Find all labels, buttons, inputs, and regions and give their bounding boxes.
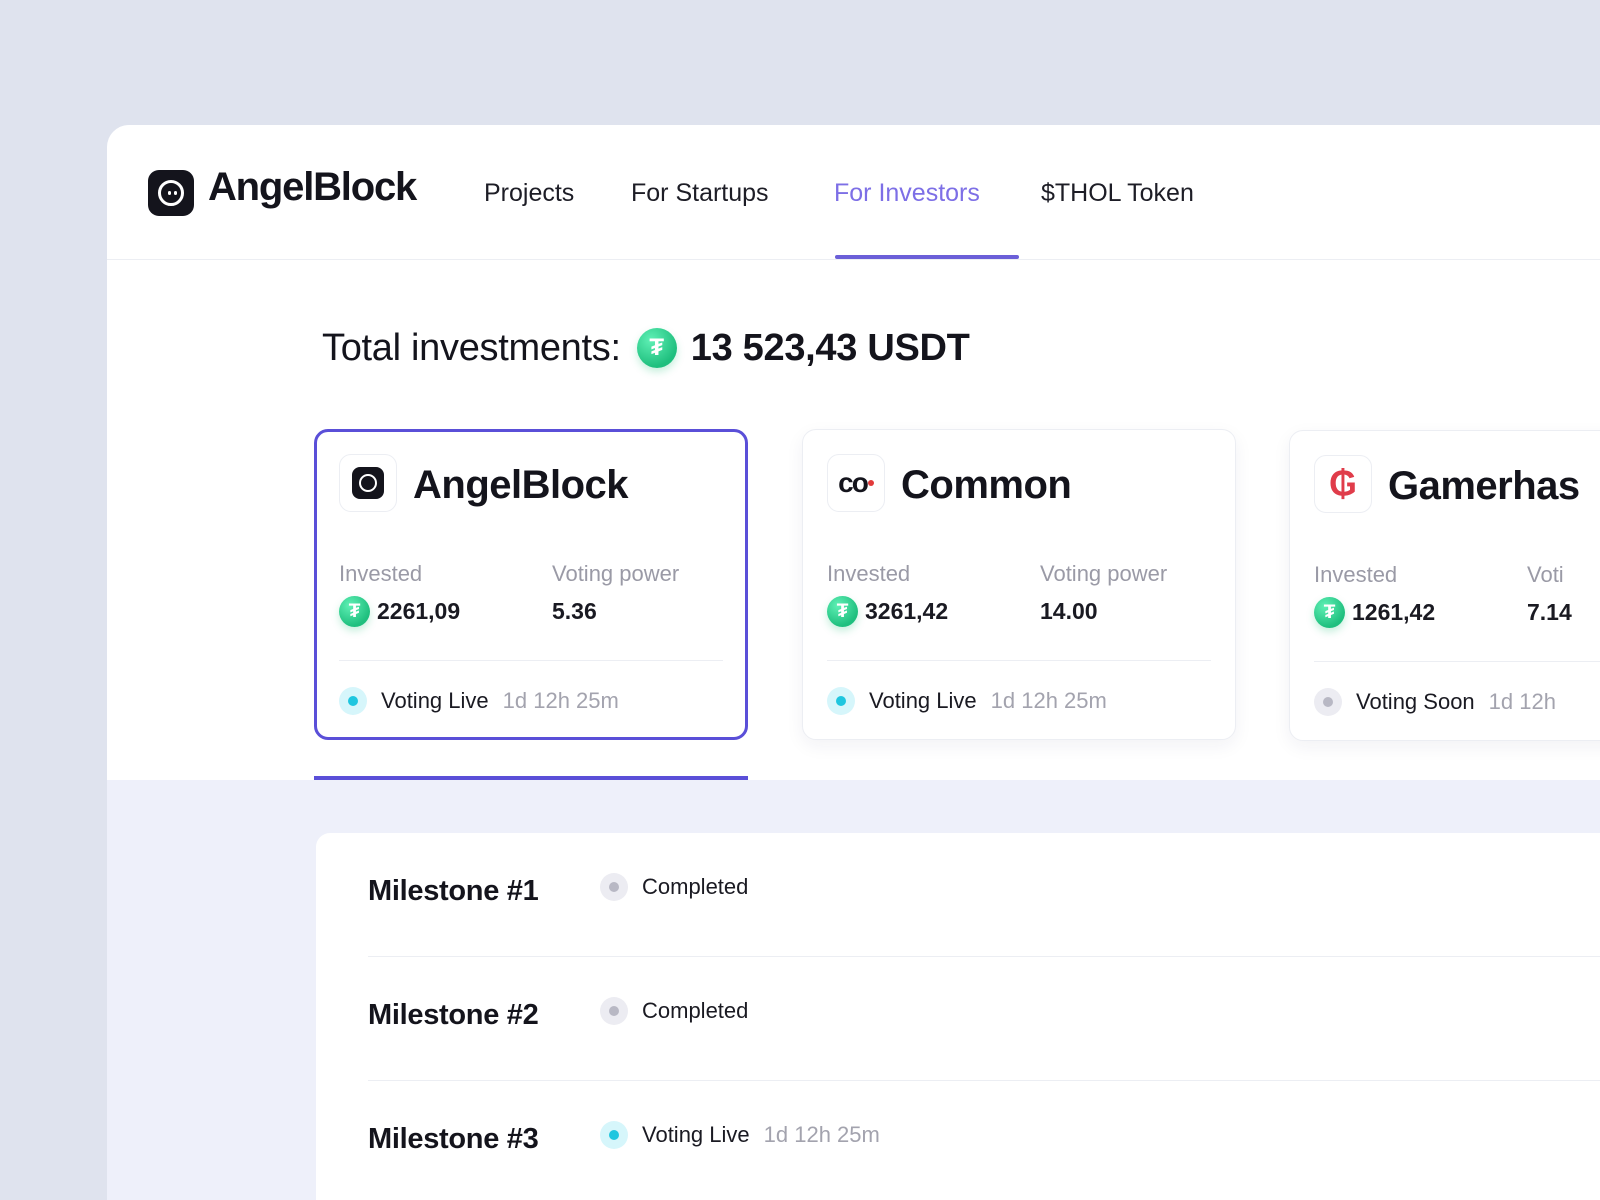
- completed-status-dot-icon: [600, 873, 628, 901]
- tether-usdt-icon: ₮: [636, 328, 677, 368]
- voting-power-label: Voting power: [552, 561, 680, 586]
- project-name: Gamerhas: [1388, 464, 1580, 508]
- tether-usdt-icon: ₮: [1314, 597, 1345, 628]
- status-countdown: 1d 12h 25m: [763, 1122, 880, 1147]
- milestone-row[interactable]: Milestone #2 Completed: [368, 957, 1600, 1081]
- status-label: Voting Live: [642, 1122, 750, 1147]
- project-name: AngelBlock: [413, 463, 629, 507]
- invested-value: 2261,09: [377, 598, 461, 624]
- card-divider: [1314, 661, 1600, 662]
- total-investments-label: Total investments:: [322, 326, 621, 369]
- nav-projects[interactable]: Projects: [484, 179, 574, 208]
- nav-for-investors[interactable]: For Investors: [834, 179, 980, 208]
- app-window: AngelBlock Projects For Startups For Inv…: [107, 125, 1600, 1200]
- milestone-status: Voting Live 1d 12h 25m: [600, 1121, 880, 1149]
- voting-status: Voting Live 1d 12h 25m: [827, 687, 1107, 715]
- invested-value: 3261,42: [865, 598, 949, 624]
- status-label: Voting Live: [869, 688, 977, 713]
- project-card-gamerhash[interactable]: ₲ Gamerhas Invested Voti ₮ 1261,42 7.14 …: [1289, 430, 1600, 741]
- voting-power-label: Voting power: [1040, 561, 1168, 586]
- milestone-name: Milestone #1: [368, 875, 539, 907]
- angelblock-logo-icon: [339, 454, 397, 512]
- status-countdown: 1d 12h: [1488, 689, 1556, 714]
- milestones-section: Milestone #1 Completed Milestone #2 Comp…: [107, 780, 1600, 1200]
- milestone-status: Completed: [600, 997, 748, 1025]
- status-label: Completed: [642, 874, 749, 899]
- common-logo-icon: co: [827, 454, 885, 512]
- voting-power-value: 5.36: [552, 598, 597, 624]
- project-card-angelblock[interactable]: AngelBlock Invested Voting power ₮ 2261,…: [314, 429, 748, 740]
- voting-status: Voting Soon 1d 12h: [1314, 688, 1556, 716]
- brand-name[interactable]: AngelBlock: [208, 165, 417, 210]
- invested-amount: ₮ 3261,42: [827, 596, 948, 627]
- total-investments-value: 13 523,43 USDT: [690, 326, 970, 369]
- top-navigation: AngelBlock Projects For Startups For Inv…: [107, 125, 1600, 260]
- voting-power-value: 7.14: [1527, 599, 1572, 625]
- nav-thol-token[interactable]: $THOL Token: [1041, 179, 1194, 208]
- invested-label: Invested: [339, 561, 423, 586]
- invested-label: Invested: [1314, 562, 1398, 587]
- soon-status-dot-icon: [1314, 688, 1342, 716]
- invested-value: 1261,42: [1352, 599, 1436, 625]
- milestone-name: Milestone #3: [368, 1123, 539, 1155]
- card-divider: [339, 660, 723, 661]
- completed-status-dot-icon: [600, 997, 628, 1025]
- project-name: Common: [901, 463, 1072, 507]
- milestone-name: Milestone #2: [368, 999, 539, 1031]
- tether-usdt-icon: ₮: [827, 596, 858, 627]
- milestone-row[interactable]: Milestone #1 Completed: [368, 833, 1600, 957]
- milestone-row[interactable]: Milestone #3 Voting Live 1d 12h 25m: [368, 1081, 1600, 1200]
- status-label: Voting Live: [381, 688, 489, 713]
- live-status-dot-icon: [827, 687, 855, 715]
- live-status-dot-icon: [339, 687, 367, 715]
- gamerhash-logo-icon: ₲: [1314, 455, 1372, 513]
- angelblock-logo-icon[interactable]: [148, 170, 194, 216]
- voting-status: Voting Live 1d 12h 25m: [339, 687, 619, 715]
- status-label: Voting Soon: [1356, 689, 1475, 714]
- status-countdown: 1d 12h 25m: [990, 688, 1107, 713]
- tether-usdt-icon: ₮: [339, 596, 370, 627]
- voting-power-label: Voti: [1527, 562, 1564, 587]
- invested-amount: ₮ 2261,09: [339, 596, 460, 627]
- status-label: Completed: [642, 998, 749, 1023]
- status-countdown: 1d 12h 25m: [502, 688, 619, 713]
- live-status-dot-icon: [600, 1121, 628, 1149]
- total-investments: Total investments: ₮ 13 523,43 USDT: [322, 321, 970, 375]
- nav-active-indicator: [835, 255, 1019, 259]
- invested-amount: ₮ 1261,42: [1314, 597, 1435, 628]
- card-divider: [827, 660, 1211, 661]
- voting-power-value: 14.00: [1040, 598, 1098, 624]
- nav-for-startups[interactable]: For Startups: [631, 179, 769, 208]
- milestone-status: Completed: [600, 873, 748, 901]
- invested-label: Invested: [827, 561, 911, 586]
- milestones-list: Milestone #1 Completed Milestone #2 Comp…: [316, 833, 1600, 1200]
- project-card-common[interactable]: co Common Invested Voting power ₮ 3261,4…: [802, 429, 1236, 740]
